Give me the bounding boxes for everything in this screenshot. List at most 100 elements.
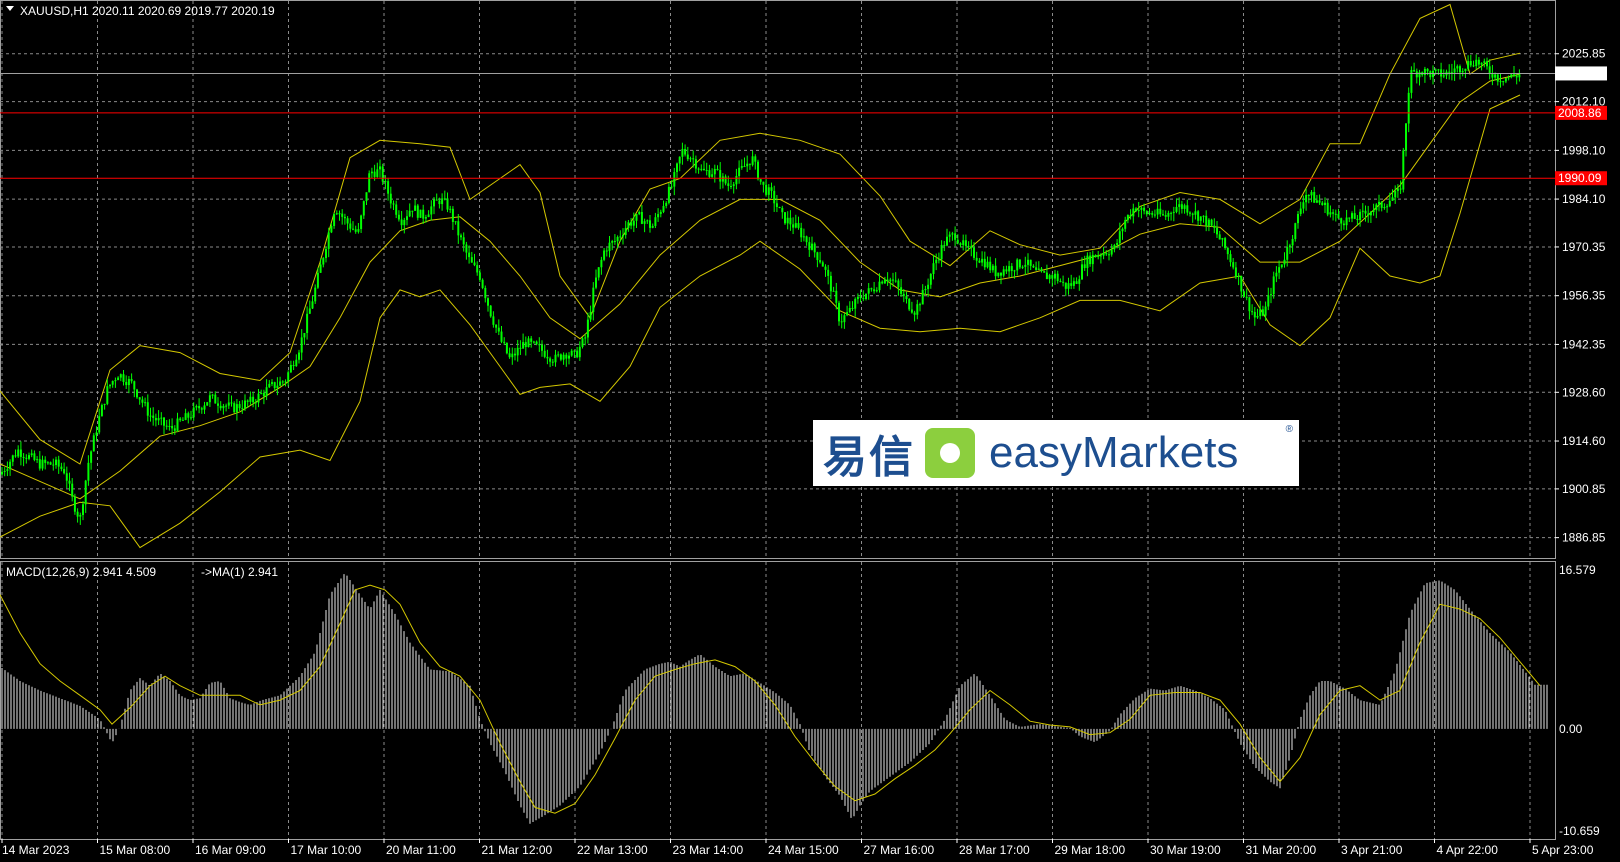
candle-body (897, 280, 900, 288)
candle-body (176, 418, 179, 431)
candle-body (268, 383, 271, 388)
candle-body (676, 163, 678, 173)
candle-body (862, 298, 865, 300)
candle-body (1305, 194, 1308, 203)
price-tick-label: 1998.10 (1562, 143, 1606, 157)
candle-body (1102, 253, 1105, 256)
candle-body (1351, 213, 1353, 219)
candle-body (244, 400, 246, 409)
candle-body (878, 281, 881, 291)
candle-body (273, 382, 276, 389)
candle-body (1367, 213, 1370, 216)
time-tick-label: 16 Mar 09:00 (195, 843, 266, 857)
candle-body (1499, 81, 1502, 83)
candle-body (654, 217, 657, 226)
candle-body (1413, 69, 1416, 72)
candle-body (1456, 66, 1459, 69)
candle-body (1156, 208, 1159, 215)
candle-body (119, 374, 122, 378)
price-tick-label: 1970.35 (1562, 240, 1606, 254)
candle-body (1186, 205, 1189, 213)
candle-body (376, 169, 379, 177)
candle-body (1205, 215, 1208, 226)
candle-body (306, 313, 309, 334)
candle-body (319, 264, 322, 273)
candle-body (435, 199, 438, 201)
candle-body (17, 449, 20, 457)
candle-body (649, 220, 651, 228)
symbol-label: XAUUSD,H1 (20, 4, 89, 18)
candle-body (759, 179, 762, 182)
candle-body (357, 229, 360, 232)
candle-body (1221, 238, 1224, 240)
candle-body (160, 417, 163, 419)
candle-body (1151, 213, 1154, 215)
candle-body (1148, 213, 1151, 215)
candle-body (1110, 249, 1113, 255)
candle-body (1224, 238, 1227, 248)
candle-body (535, 341, 538, 345)
candle-body (352, 228, 354, 230)
candle-body (46, 462, 49, 464)
candle-body (392, 203, 395, 205)
candle-body (1232, 262, 1235, 268)
candle-body (406, 216, 408, 220)
candle-body (492, 316, 495, 325)
candle-body (470, 257, 473, 263)
time-tick-label: 22 Mar 13:00 (577, 843, 648, 857)
price-tick-label: 1886.85 (1562, 531, 1606, 545)
candle-body (1, 471, 3, 475)
price-tick-label: 1942.35 (1562, 337, 1606, 351)
candle-body (541, 344, 543, 351)
candle-body (838, 302, 840, 322)
candle-body (163, 417, 165, 426)
candle-body (92, 435, 95, 452)
candle-body (341, 213, 344, 217)
candle-body (1094, 254, 1097, 258)
candle-body (19, 449, 22, 457)
candle-body (1464, 68, 1467, 71)
candle-body (90, 451, 93, 463)
candle-body (597, 267, 600, 278)
ohlc-values: 2020.11 2020.69 2019.77 2020.19 (92, 4, 275, 18)
candle-body (1016, 259, 1019, 271)
candle-body (1040, 268, 1043, 272)
candle-body (71, 483, 74, 497)
candle-body (1502, 81, 1505, 83)
candle-body (481, 279, 484, 288)
candle-body (433, 199, 435, 207)
candle-body (360, 215, 363, 230)
candle-body (1472, 65, 1475, 67)
candle-body (422, 209, 425, 219)
candle-body (109, 384, 111, 387)
candle-body (1275, 272, 1278, 277)
macd-ma-label: ->MA(1) 2.941 (201, 565, 278, 579)
candle-body (1280, 264, 1283, 268)
time-tick-label: 29 Mar 18:00 (1055, 843, 1126, 857)
candle-body (146, 402, 149, 416)
candle-body (443, 198, 446, 200)
candle-body (981, 258, 984, 263)
candle-body (929, 273, 932, 285)
candle-body (1515, 75, 1518, 78)
candle-body (308, 308, 311, 314)
candle-body (1121, 228, 1124, 232)
candle-body (1081, 264, 1083, 280)
candle-body (63, 469, 66, 474)
macd-tick-label: 0.00 (1559, 722, 1583, 736)
candle-body (616, 236, 619, 242)
candle-body (724, 176, 727, 184)
candle-body (811, 243, 813, 250)
candle-body (743, 166, 746, 168)
candle-body (527, 338, 530, 348)
candle-body (362, 201, 365, 216)
candle-body (171, 425, 174, 429)
candle-body (1261, 309, 1264, 316)
candle-body (1172, 211, 1175, 213)
candle-body (1237, 275, 1240, 278)
candle-body (354, 229, 357, 232)
candle-body (408, 210, 411, 217)
candle-body (964, 240, 967, 247)
candle-body (1027, 259, 1029, 265)
candle-body (881, 281, 884, 284)
